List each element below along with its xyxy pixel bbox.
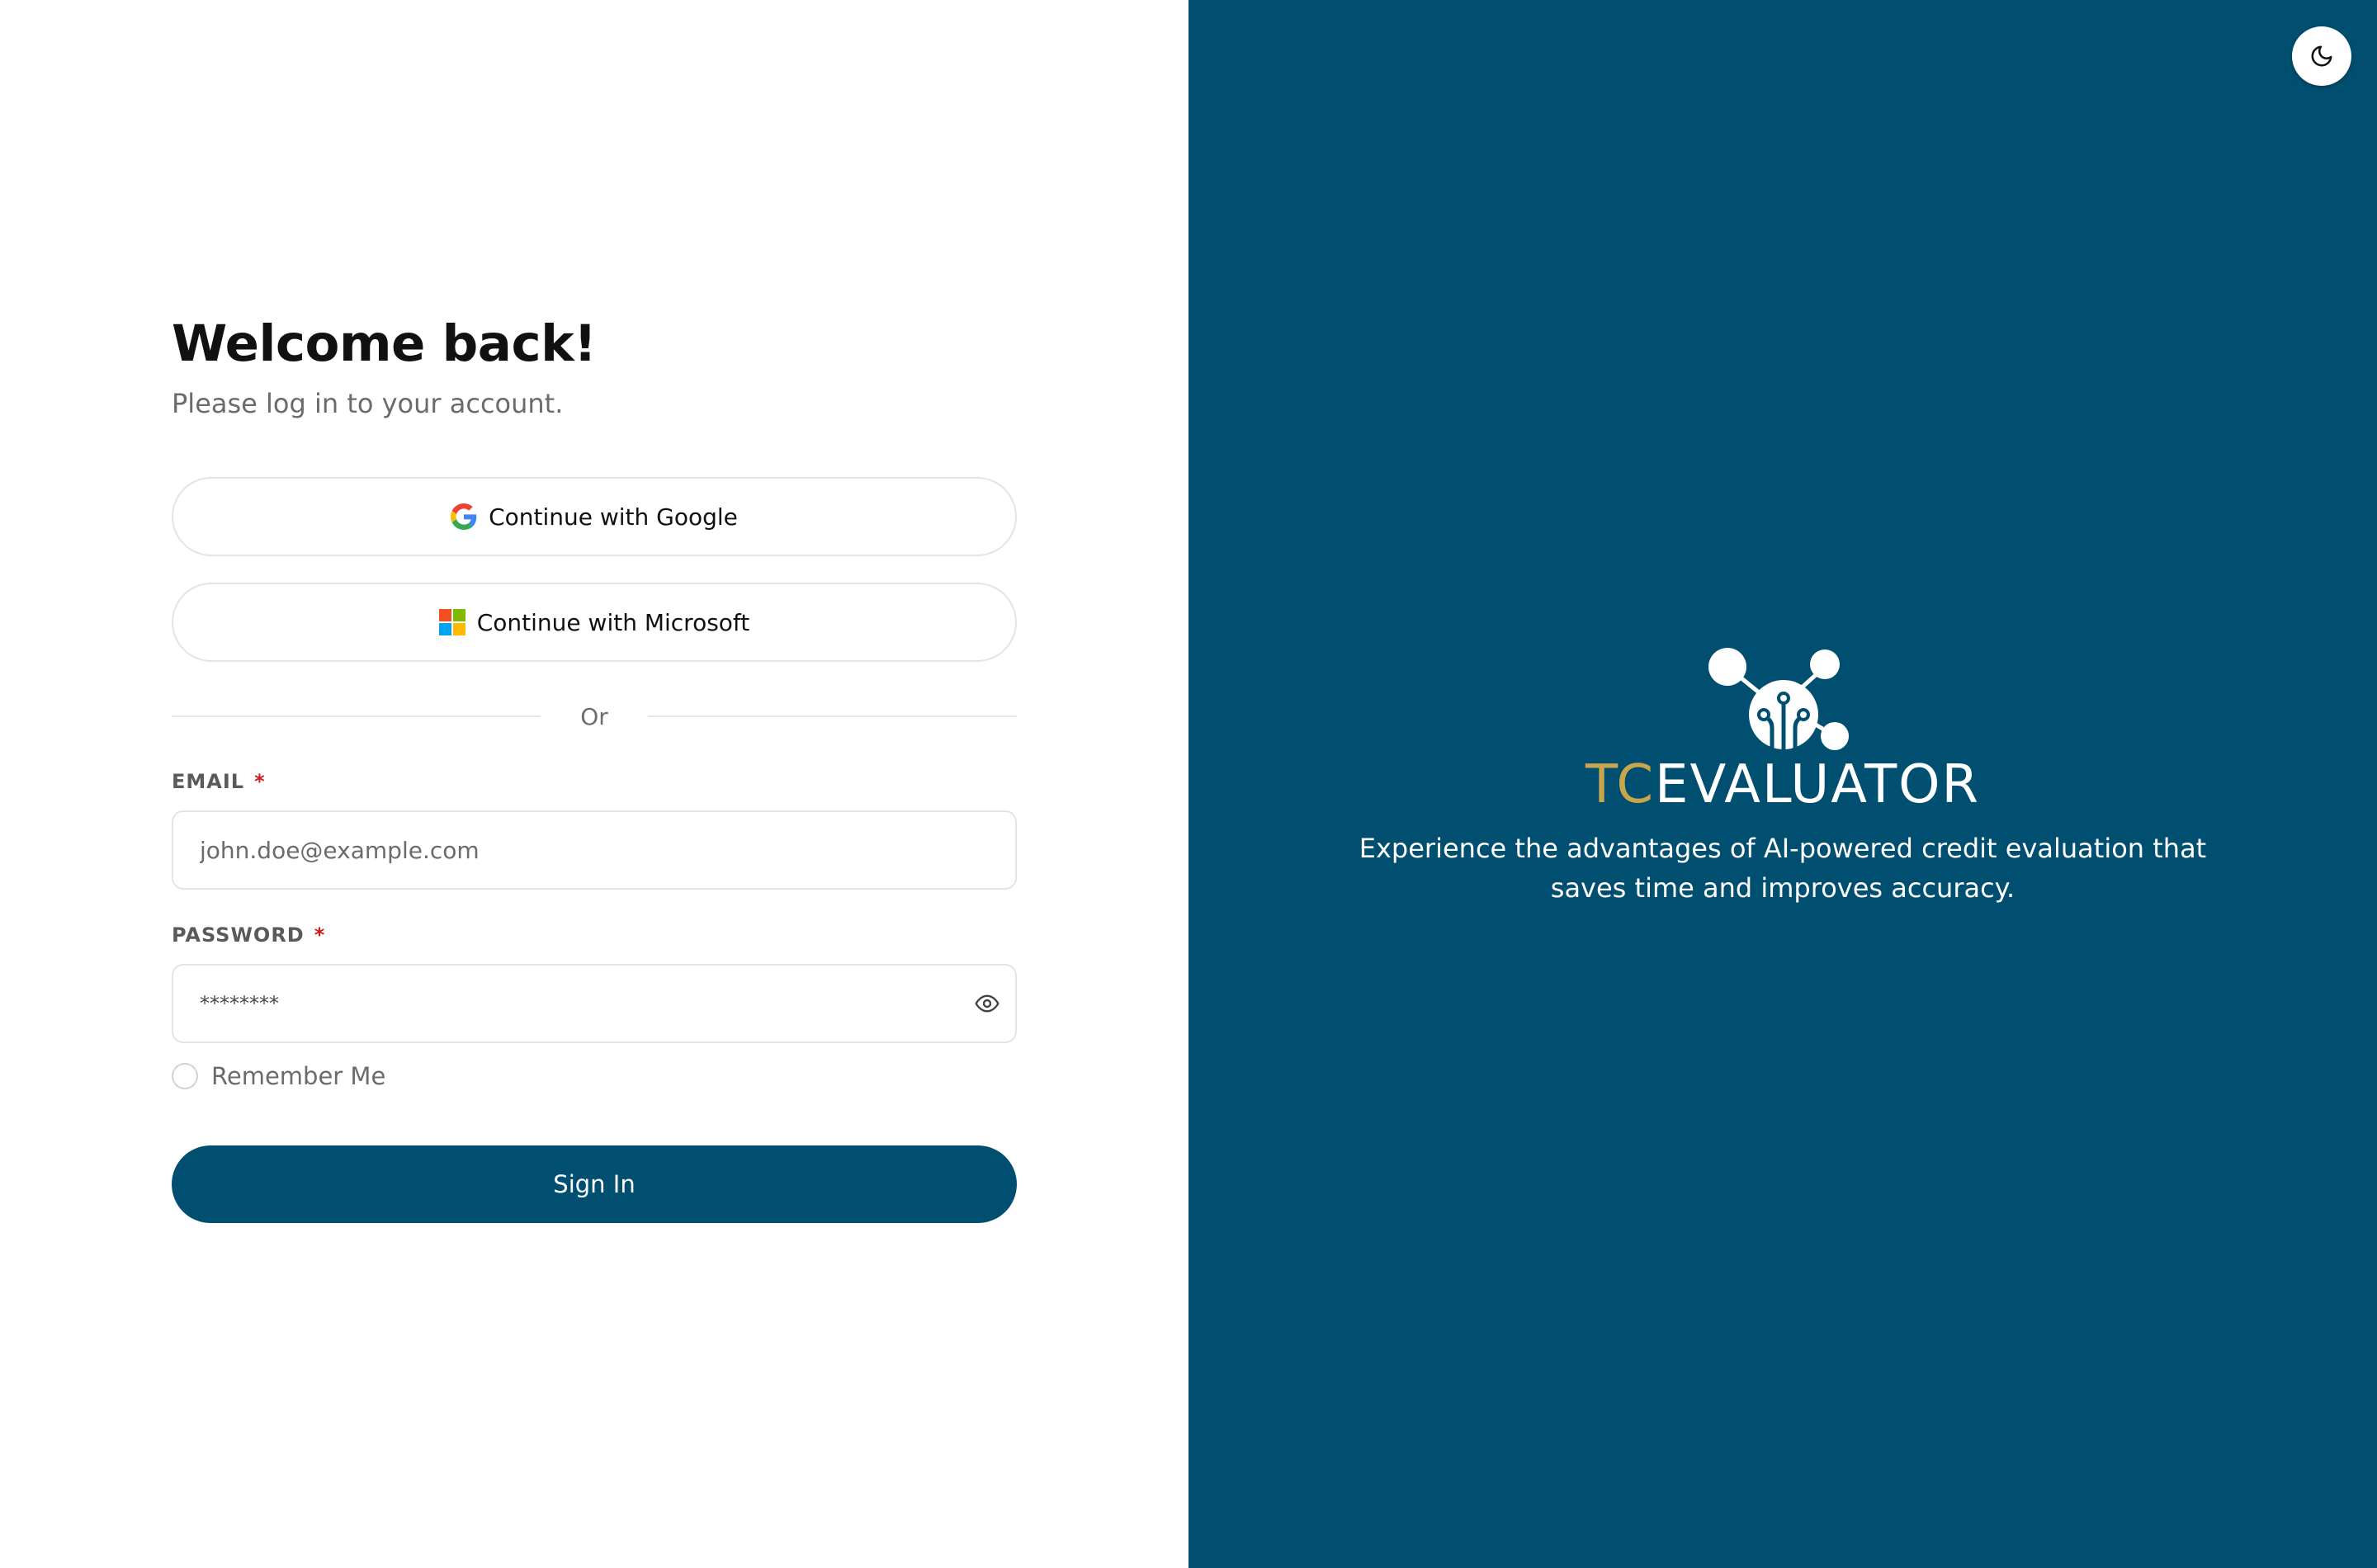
continue-with-microsoft-button[interactable]: Continue with Microsoft [172,583,1017,662]
divider-line-right [648,716,1017,717]
google-button-label: Continue with Google [489,503,738,531]
page-subtitle: Please log in to your account. [172,388,564,419]
eye-icon[interactable] [971,987,1004,1020]
email-label: EMAIL * [172,767,1017,796]
microsoft-logo-icon [438,609,465,635]
brand-block: TCEVALUATOR Experience the advantages of… [1255,644,2311,908]
remember-me-row: Remember Me [172,1058,1017,1094]
login-form: Welcome back! Please log in to your acco… [172,307,1017,1223]
login-pane: Welcome back! Please log in to your acco… [0,0,1188,1568]
remember-me-label[interactable]: Remember Me [211,1062,385,1090]
wordmark-prefix: TC [1585,754,1656,815]
divider-line-left [172,716,541,717]
password-label: PASSWORD * [172,921,1017,949]
email-field-wrapper [172,810,1017,890]
email-required-marker: * [254,770,266,793]
tagline-line-1: Experience the advantages of AI-powered … [1359,833,2207,864]
theme-toggle-button[interactable] [2292,26,2351,86]
password-label-text: PASSWORD [172,923,305,947]
moon-icon [2309,44,2334,68]
password-required-marker: * [314,923,326,947]
sign-in-button[interactable]: Sign In [172,1145,1017,1223]
brand-wordmark: TCEVALUATOR [1255,753,2311,817]
continue-with-google-button[interactable]: Continue with Google [172,477,1017,556]
remember-me-checkbox[interactable] [172,1063,198,1089]
or-divider: Or [172,698,1017,734]
network-circuit-logo [1708,648,1849,750]
password-field-wrapper [172,964,1017,1043]
tagline-line-2: saves time and improves accuracy. [1550,872,2015,904]
google-logo-icon [451,503,477,530]
divider-text: Or [580,702,608,730]
brand-tagline: Experience the advantages of AI-powered … [1255,829,2311,908]
password-input[interactable] [173,966,1015,1041]
page-title: Welcome back! [172,314,597,373]
microsoft-button-label: Continue with Microsoft [476,608,750,636]
email-input[interactable] [173,812,1015,888]
email-label-text: EMAIL [172,770,245,793]
wordmark-suffix: EVALUATOR [1655,754,1980,815]
